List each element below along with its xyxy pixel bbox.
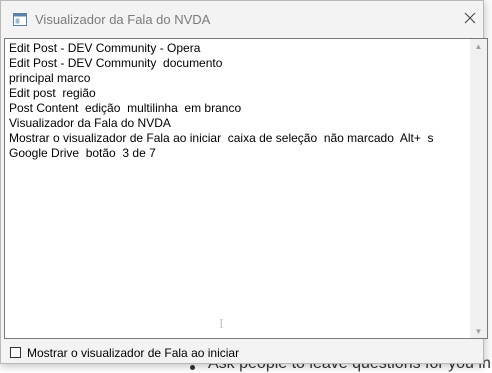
show-on-startup-label[interactable]: Mostrar o visualizador de Fala ao inicia… xyxy=(27,346,239,360)
speech-lines: Edit Post - DEV Community - Opera Edit Po… xyxy=(9,41,469,161)
speech-line: Visualizador da Fala do NVDA xyxy=(9,116,171,130)
speech-line: Edit post região xyxy=(9,86,96,100)
speech-line: Post Content edição multilinha em branco xyxy=(9,101,242,115)
scroll-up-icon[interactable]: ▲ xyxy=(470,39,487,53)
window-title: Visualizador da Fala do NVDA xyxy=(35,12,211,27)
speech-line: Edit Post - DEV Community - Opera xyxy=(9,41,201,55)
show-on-startup-checkbox[interactable] xyxy=(10,347,21,358)
close-button[interactable] xyxy=(455,5,485,35)
speech-line: Google Drive botão 3 de 7 xyxy=(9,146,156,160)
title-bar: Visualizador da Fala do NVDA xyxy=(1,1,483,39)
background-bullet xyxy=(190,365,195,370)
bottom-bar: Mostrar o visualizador de Fala ao inicia… xyxy=(1,339,483,363)
speech-line: Mostrar o visualizador de Fala ao inicia… xyxy=(9,131,434,145)
vertical-scrollbar[interactable]: ▲ ▼ xyxy=(470,39,487,338)
speech-line: Edit Post - DEV Community documento xyxy=(9,56,223,70)
scroll-down-icon[interactable]: ▼ xyxy=(470,324,487,338)
close-icon xyxy=(464,11,476,29)
nvda-window-icon xyxy=(13,13,27,26)
speech-line: principal marco xyxy=(9,71,91,85)
speech-viewer-window: Visualizador da Fala do NVDA Edit Post -… xyxy=(0,0,488,364)
text-cursor-icon: I xyxy=(219,317,224,332)
speech-text-area[interactable]: Edit Post - DEV Community - Opera Edit Po… xyxy=(4,38,488,339)
